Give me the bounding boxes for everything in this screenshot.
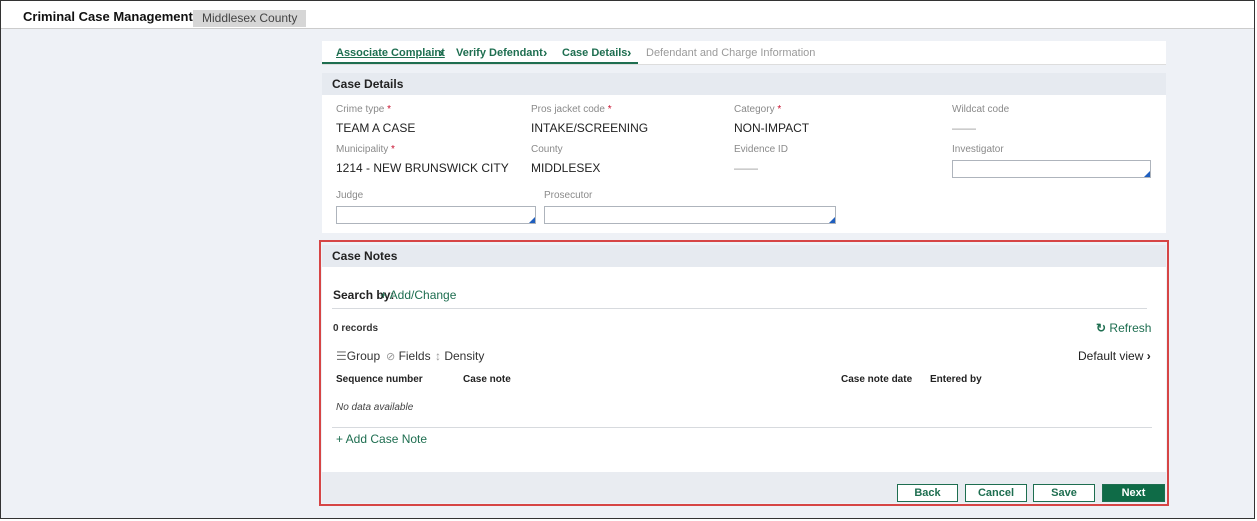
- step-verify-defendant[interactable]: Verify Defendant: [456, 47, 543, 59]
- judge-label: Judge: [336, 190, 364, 201]
- investigator-input[interactable]: [952, 160, 1151, 178]
- wildcat-code-value: ——: [952, 121, 976, 135]
- app-title: Criminal Case Management: [23, 9, 193, 24]
- case-details-panel: Case Details Crime type * TEAM A CASE Pr…: [322, 73, 1166, 233]
- top-bar: Criminal Case Management Middlesex Count…: [1, 1, 1254, 29]
- highlight-box: [319, 240, 1169, 506]
- prosecutor-label: Prosecutor: [544, 190, 593, 201]
- wildcat-code-label: Wildcat code: [952, 104, 1010, 115]
- municipality-value: 1214 - NEW BRUNSWICK CITY: [336, 161, 509, 175]
- prosecutor-input[interactable]: [544, 206, 836, 224]
- step-progress-underline: [322, 62, 638, 64]
- county-tab[interactable]: Middlesex County: [193, 10, 307, 27]
- resize-corner-icon: [529, 217, 535, 223]
- county-value: MIDDLESEX: [531, 161, 601, 175]
- pros-jacket-code-value: INTAKE/SCREENING: [531, 121, 649, 135]
- step-associate-complaint[interactable]: Associate Complaint: [336, 47, 445, 59]
- chevron-right-icon: ›: [543, 45, 548, 60]
- evidence-id-value: ——: [734, 161, 758, 175]
- pros-jacket-code-label: Pros jacket code *: [531, 104, 612, 115]
- wizard-steps: Associate Complaint › Verify Defendant ›…: [322, 41, 1166, 65]
- crime-type-label: Crime type *: [336, 104, 392, 115]
- crime-type-value: TEAM A CASE: [336, 121, 416, 135]
- county-label: County: [531, 144, 563, 155]
- step-case-details[interactable]: Case Details: [562, 47, 627, 59]
- category-value: NON-IMPACT: [734, 121, 810, 135]
- investigator-label: Investigator: [952, 144, 1004, 155]
- category-label: Category *: [734, 104, 782, 115]
- chevron-right-icon: ›: [439, 45, 444, 60]
- municipality-label: Municipality *: [336, 144, 395, 155]
- case-details-header: Case Details: [322, 73, 1166, 95]
- judge-input[interactable]: [336, 206, 536, 224]
- resize-corner-icon: [829, 217, 835, 223]
- resize-corner-icon: [1144, 171, 1150, 177]
- evidence-id-label: Evidence ID: [734, 144, 788, 155]
- step-defendant-charge-info: Defendant and Charge Information: [646, 47, 816, 59]
- chevron-right-icon: ›: [627, 45, 632, 60]
